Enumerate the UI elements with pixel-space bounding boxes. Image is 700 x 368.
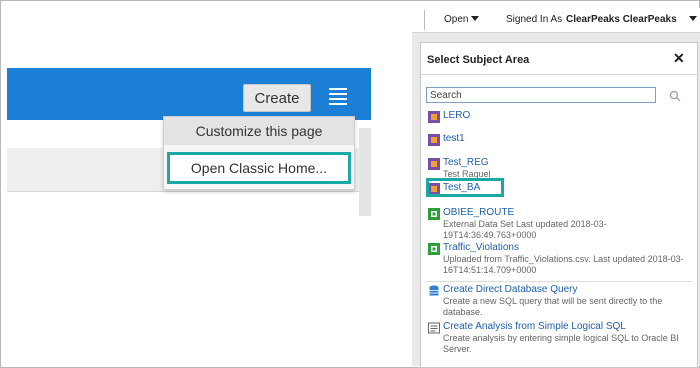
- sql-icon: [428, 322, 440, 334]
- create-button[interactable]: Create: [243, 84, 311, 112]
- signed-in-label: Signed In As: [506, 14, 563, 25]
- search-input[interactable]: [426, 87, 656, 103]
- global-toolbar: Open Signed In As ClearPeaks ClearPeaks: [412, 8, 700, 33]
- subject-area-name[interactable]: Traffic_Violations: [443, 242, 519, 253]
- divider: [421, 74, 697, 75]
- page-menu-dropdown: Customize this page Open Classic Home...: [163, 116, 355, 190]
- database-icon: [429, 285, 439, 296]
- action-description: Create analysis by entering simple logic…: [443, 333, 679, 354]
- subject-area-icon: [428, 111, 440, 123]
- action-name[interactable]: Create Analysis from Simple Logical SQL: [443, 321, 626, 332]
- search-icon[interactable]: [669, 90, 681, 102]
- select-subject-area-dialog: Select Subject Area ✕ LERO test1 Test_RE…: [420, 42, 698, 368]
- action-description: Create a new SQL query that will be sent…: [443, 296, 663, 317]
- subject-area-name[interactable]: Test_REG: [443, 157, 489, 168]
- open-menu[interactable]: Open: [444, 14, 468, 25]
- hamburger-menu-icon[interactable]: [329, 86, 347, 108]
- customize-page-menu-item[interactable]: Customize this page: [164, 117, 354, 145]
- user-menu[interactable]: ClearPeaks ClearPeaks: [566, 14, 677, 25]
- divider: [424, 10, 425, 30]
- subject-area-name[interactable]: LERO: [443, 110, 470, 121]
- highlight-box: [426, 178, 504, 197]
- subject-area-name[interactable]: test1: [443, 133, 465, 144]
- dialog-title: Select Subject Area: [427, 54, 530, 66]
- action-name[interactable]: Create Direct Database Query: [443, 284, 578, 295]
- subject-area-name[interactable]: OBIEE_ROUTE: [443, 207, 514, 218]
- dataset-icon: [428, 208, 440, 220]
- caret-down-icon[interactable]: [471, 16, 479, 21]
- dataset-icon: [428, 243, 440, 255]
- subject-area-icon: [428, 134, 440, 146]
- subject-area-description: External Data Set Last updated 2018-03-1…: [443, 219, 607, 240]
- close-icon[interactable]: ✕: [673, 50, 685, 67]
- content-row: [7, 191, 371, 217]
- subject-area-icon: [428, 158, 440, 170]
- subject-area-panel: Open Signed In As ClearPeaks ClearPeaks …: [412, 8, 700, 368]
- scrollbar[interactable]: [359, 128, 371, 216]
- caret-down-icon[interactable]: [689, 16, 697, 21]
- header-bar: Create: [7, 68, 371, 120]
- divider: [426, 281, 692, 282]
- subject-area-description: Uploaded from Traffic_Violations.csv. La…: [443, 254, 684, 275]
- open-classic-home-menu-item[interactable]: Open Classic Home...: [167, 152, 351, 184]
